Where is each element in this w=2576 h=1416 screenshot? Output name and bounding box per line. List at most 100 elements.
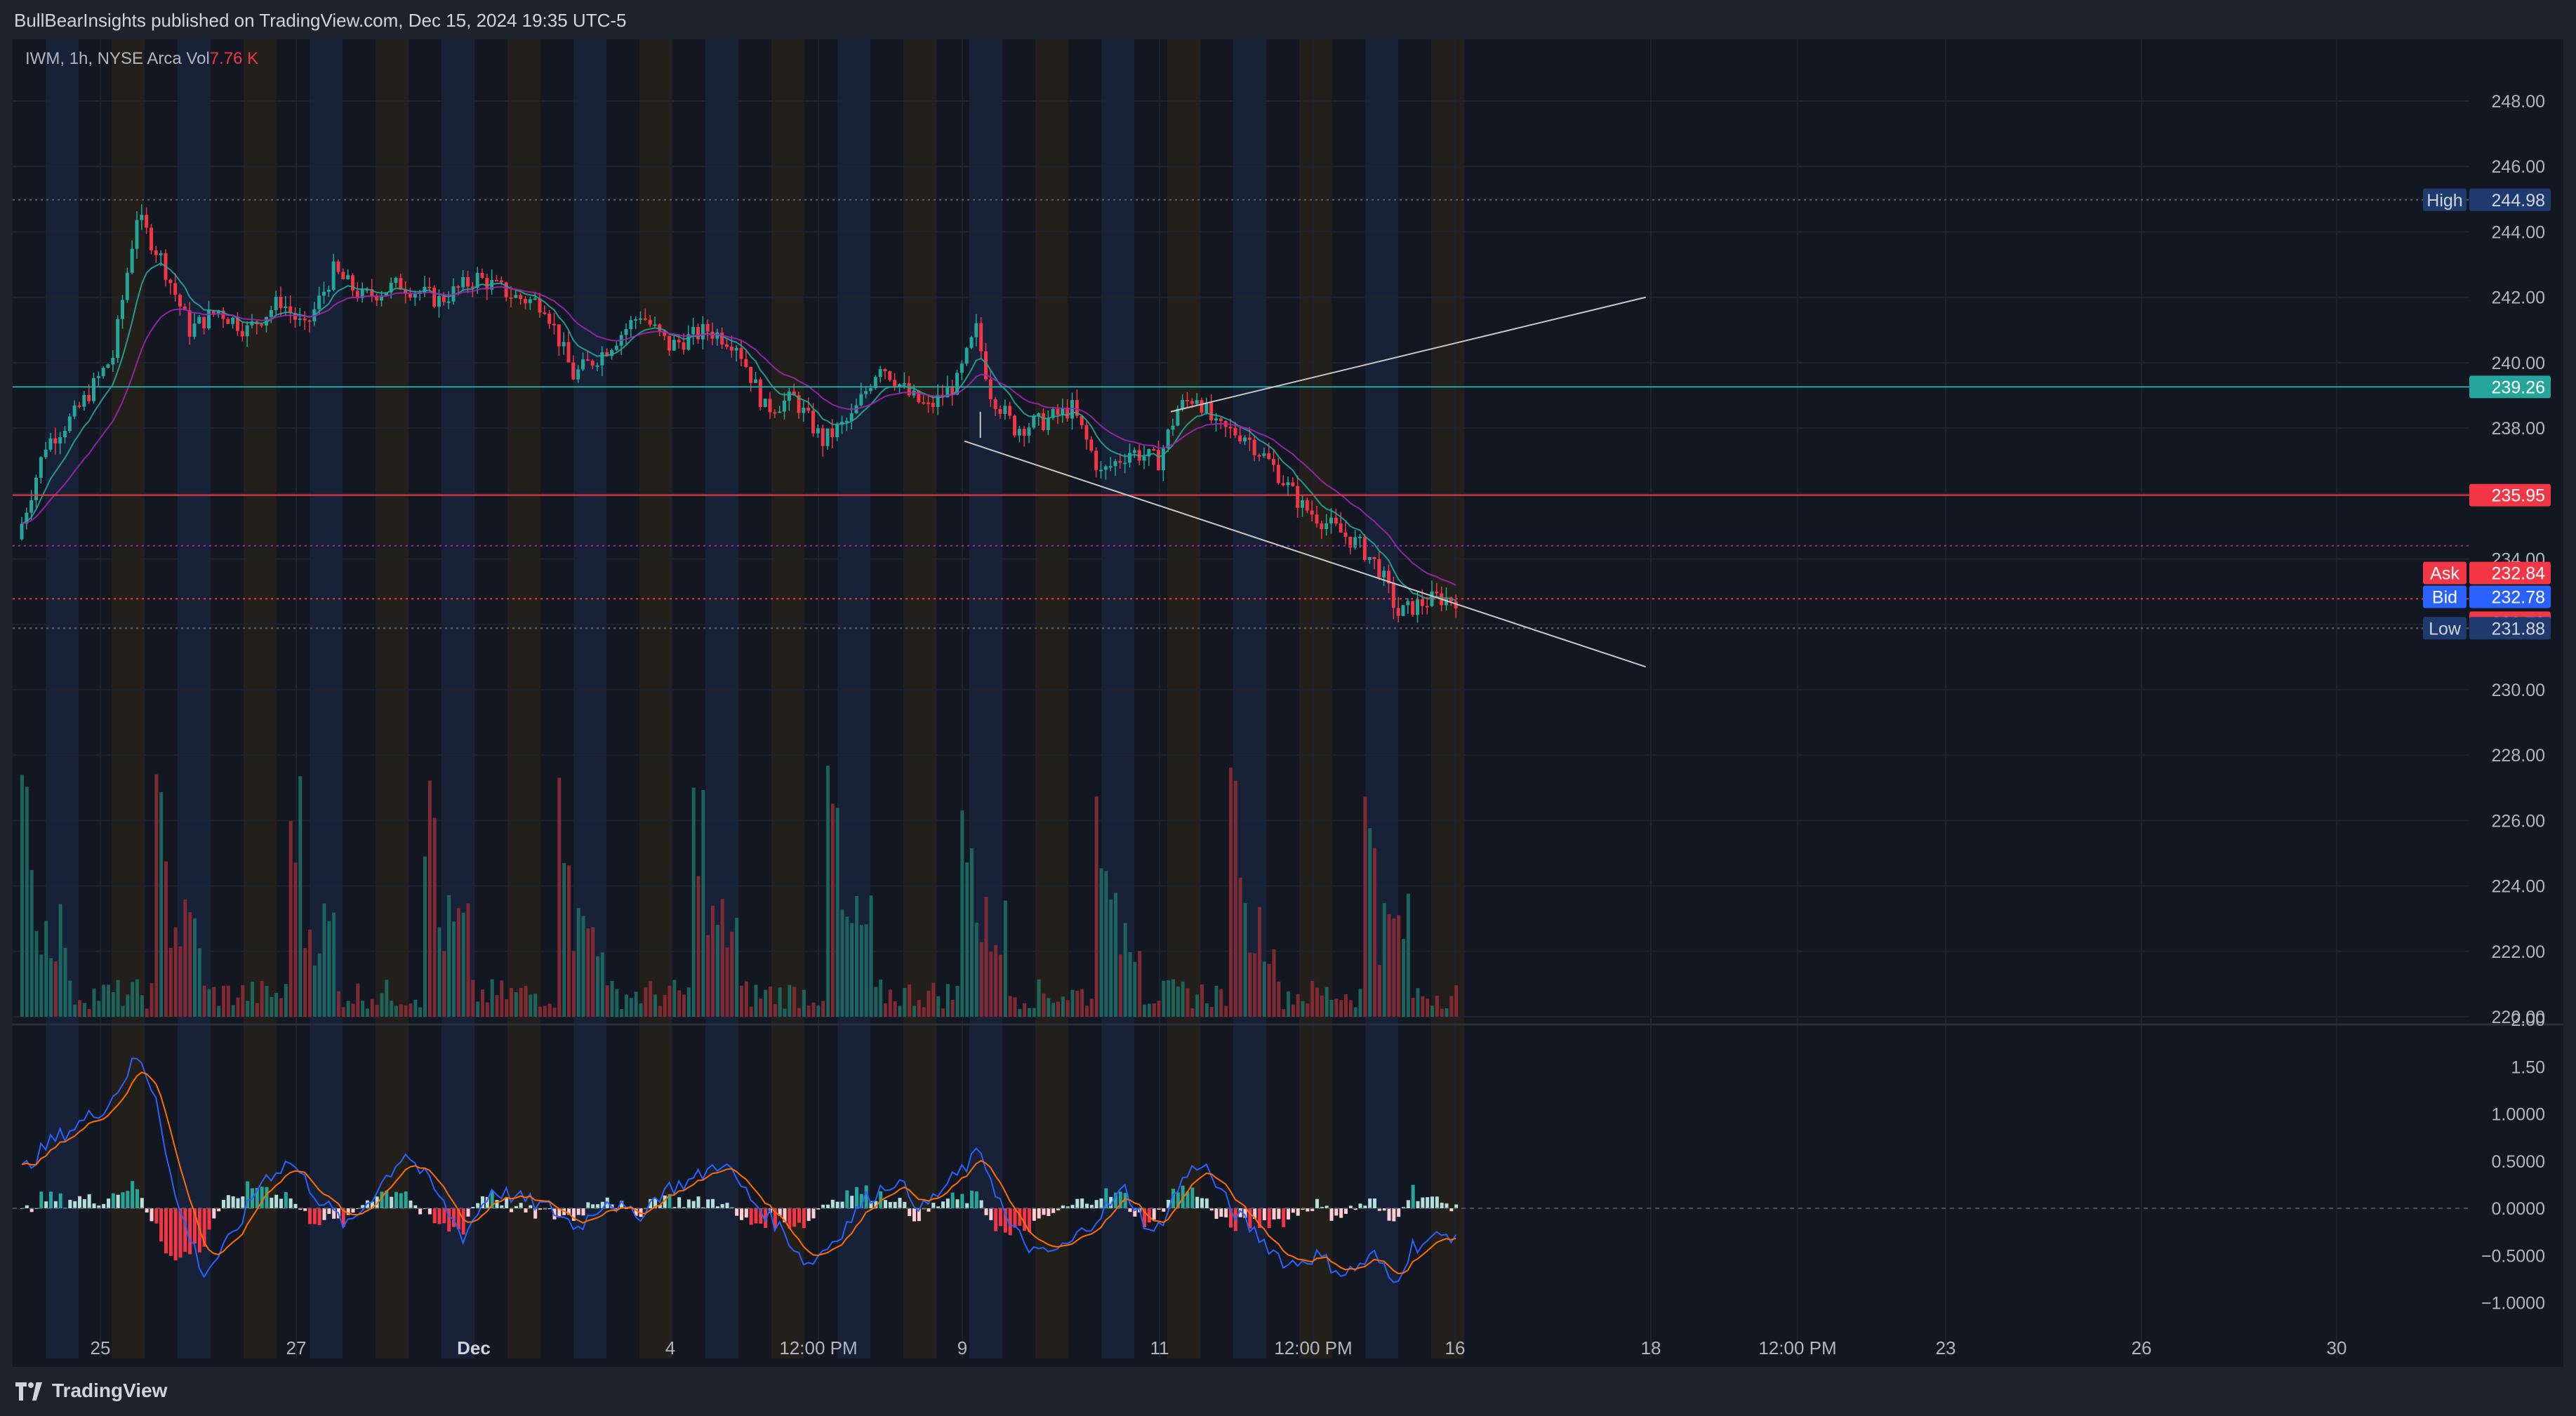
volume-bar (1008, 996, 1012, 1017)
candle (226, 316, 230, 324)
volume-bar (1301, 1001, 1305, 1017)
volume-bar (126, 994, 130, 1017)
volume-bar (68, 980, 72, 1017)
price-tick-label: 226.00 (2492, 811, 2545, 831)
volume-bar (840, 909, 844, 1017)
volume-bar (730, 931, 734, 1017)
price-label-green: 239.26 (2469, 375, 2551, 399)
volume-bar (1128, 951, 1132, 1017)
volume-bar (629, 998, 633, 1017)
macd-hist-bar (231, 1196, 235, 1208)
price-label-bid: 232.78 Bid (2423, 585, 2551, 608)
candle (562, 332, 566, 355)
volume-bar (1104, 871, 1108, 1017)
candle-body (931, 403, 935, 407)
candle-body (303, 318, 307, 321)
price-label-name: Ask (2430, 564, 2459, 584)
macd-hist-bar (1344, 1208, 1348, 1214)
volume-bar (821, 1001, 825, 1017)
candle-body (547, 313, 552, 324)
price-label-value: 231.88 (2492, 619, 2545, 639)
volume-bar (471, 980, 475, 1017)
candle-body (1329, 517, 1333, 523)
volume-bar (835, 808, 839, 1017)
macd-hist-bar (960, 1194, 964, 1208)
candle-body (1296, 486, 1300, 508)
candle-body (279, 296, 283, 308)
macd-hist-bar (87, 1194, 91, 1208)
macd-hist-bar (92, 1203, 96, 1208)
candle (101, 366, 105, 379)
macd-hist-bar (806, 1208, 811, 1221)
volume-bar (476, 1001, 480, 1017)
volume-bar (864, 924, 868, 1017)
candle-body (1128, 453, 1131, 463)
macd-hist-bar (686, 1199, 691, 1208)
macd-hist-bar (845, 1190, 849, 1208)
candlestick-chart[interactable]: 220.00222.00224.00226.00228.00230.00232.… (13, 39, 2563, 1367)
candle-body (29, 500, 34, 513)
volume-bar (159, 792, 164, 1017)
macd-hist-bar (270, 1197, 274, 1208)
candle-body (317, 295, 321, 309)
volume-bar (936, 996, 941, 1017)
tradingview-logo[interactable]: TradingView (15, 1380, 167, 1402)
macd-hist-bar (941, 1201, 945, 1208)
candle-body (1301, 500, 1304, 508)
candle-body (1209, 402, 1214, 421)
macd-hist-bar (1070, 1205, 1075, 1208)
volume-bar (514, 992, 518, 1017)
macd-hist-bar (835, 1201, 839, 1208)
session-stripe (376, 39, 409, 1358)
candle-body (1272, 459, 1275, 465)
candle (125, 267, 129, 303)
macd-hist-bar (591, 1204, 595, 1208)
candle (950, 380, 955, 406)
chart-pane[interactable]: 220.00222.00224.00226.00228.00230.00232.… (13, 39, 2563, 1367)
candle (1152, 447, 1156, 452)
candle-body (595, 365, 599, 367)
candle-body (1377, 559, 1381, 578)
candle (1411, 601, 1415, 617)
price-label-value: 239.26 (2492, 378, 2545, 397)
macd-hist-bar (1435, 1196, 1439, 1208)
macd-hist-bar (740, 1208, 743, 1220)
price-label-name: Low (2429, 619, 2462, 639)
candle (116, 315, 120, 363)
macd-hist-bar (1200, 1198, 1204, 1208)
candle-body (1411, 601, 1415, 615)
candle-body (830, 428, 835, 438)
volume-bar (346, 1001, 350, 1017)
volume-bar (150, 983, 154, 1017)
candle-body (519, 295, 523, 300)
macd-hist-bar (1306, 1208, 1310, 1212)
candle (873, 375, 877, 390)
macd-hist-bar (1296, 1208, 1300, 1216)
volume-bar (427, 780, 432, 1017)
macd-hist-bar (855, 1187, 858, 1208)
candle (821, 425, 825, 457)
candle-body (72, 405, 77, 417)
volume-bar (251, 981, 254, 1017)
candle-body (979, 323, 983, 352)
candle-body (571, 362, 576, 380)
candle-body (1084, 425, 1089, 440)
candle-body (432, 288, 437, 307)
macd-hist-bar (135, 1189, 139, 1208)
candle-body (1406, 601, 1410, 606)
volume-bar (596, 956, 599, 1017)
volume-bar (409, 1003, 413, 1017)
candle-body (1132, 450, 1136, 453)
candle-body (322, 291, 326, 296)
volume-bar (490, 979, 494, 1017)
volume-bar (1387, 914, 1391, 1017)
volume-bar (466, 903, 470, 1017)
volume-bar (725, 947, 729, 1017)
candle-body (1056, 408, 1060, 415)
session-stripe (46, 39, 79, 1358)
price-tick-label: 230.00 (2492, 681, 2545, 700)
volume-bar (571, 950, 576, 1017)
macd-hist-bar (1368, 1198, 1372, 1208)
macd-hist-bar (749, 1208, 753, 1225)
symbol-text: IWM, 1h, NYSE Arca (25, 49, 182, 68)
